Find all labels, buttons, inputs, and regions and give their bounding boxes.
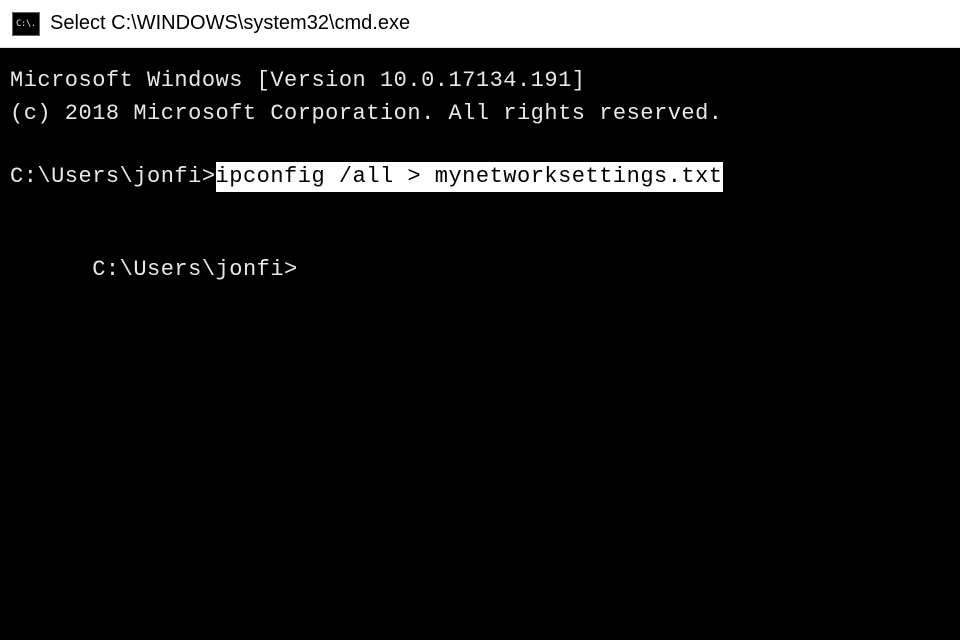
copyright-line: (c) 2018 Microsoft Corporation. All righ… (10, 99, 950, 130)
window-title: Select C:\WINDOWS\system32\cmd.exe (50, 12, 410, 35)
version-line: Microsoft Windows [Version 10.0.17134.19… (10, 66, 950, 97)
blank-line (10, 132, 950, 162)
cmd-window: C:\. Select C:\WINDOWS\system32\cmd.exe … (0, 0, 960, 640)
cmd-icon: C:\. (12, 12, 40, 36)
prompt-1: C:\Users\jonfi> (10, 162, 216, 193)
title-bar[interactable]: C:\. Select C:\WINDOWS\system32\cmd.exe (0, 0, 960, 48)
command-line-1: C:\Users\jonfi>ipconfig /all > mynetwork… (10, 162, 950, 193)
cmd-icon-text: C:\. (16, 19, 36, 29)
command-line-2: C:\Users\jonfi> (10, 224, 950, 316)
selected-command: ipconfig /all > mynetworksettings.txt (216, 162, 723, 193)
prompt-2: C:\Users\jonfi> (92, 257, 298, 282)
blank-line (10, 194, 950, 224)
terminal-output[interactable]: Microsoft Windows [Version 10.0.17134.19… (0, 48, 960, 640)
